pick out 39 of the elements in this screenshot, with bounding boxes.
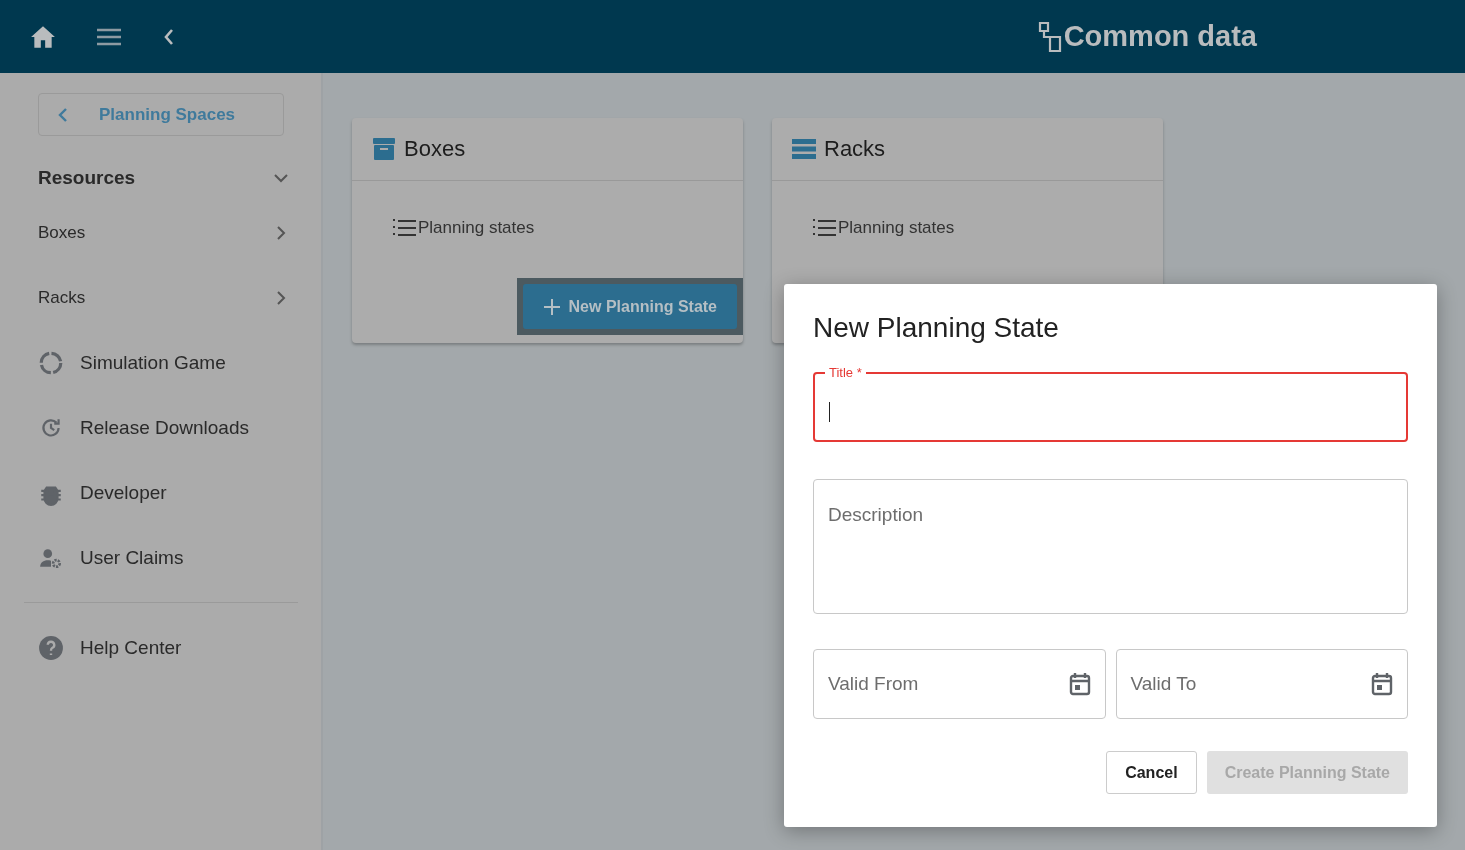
calendar-icon[interactable] <box>1371 672 1393 696</box>
nav-group[interactable]: Resources <box>38 156 288 200</box>
circle-icon <box>38 349 64 376</box>
chevron-right-icon <box>274 290 288 305</box>
date-field[interactable]: Valid From <box>813 649 1106 719</box>
chevron-left-icon <box>162 27 176 46</box>
collapse-button[interactable] <box>162 27 176 46</box>
nav-item[interactable]: Boxes <box>38 200 288 265</box>
archive-icon <box>372 137 396 161</box>
card-title: Boxes <box>404 136 466 162</box>
plus-icon <box>542 297 561 316</box>
field-label: Title * <box>825 365 866 380</box>
dialog-title: New Planning State <box>813 312 1060 344</box>
nav-item[interactable]: User Claims <box>38 525 288 590</box>
calendar-icon[interactable] <box>1068 672 1091 696</box>
numbered-list-icon <box>392 218 416 238</box>
planning-states-link[interactable]: Planning states <box>392 218 743 238</box>
menu-icon <box>96 26 122 47</box>
card-title: Racks <box>824 136 886 162</box>
help-icon <box>38 634 64 661</box>
dialog-button[interactable]: Cancel <box>1106 751 1197 794</box>
home-icon <box>30 24 56 49</box>
numbered-list-icon <box>812 218 836 238</box>
page-title: Common data <box>1063 20 1257 53</box>
blocks-icon <box>1037 20 1062 53</box>
home-button[interactable] <box>30 24 56 49</box>
nav-item[interactable]: Developer <box>38 460 288 525</box>
nav-item[interactable]: Release Downloads <box>38 395 288 460</box>
date-field[interactable]: Valid To <box>1115 649 1408 719</box>
nav-item[interactable]: Racks <box>38 265 288 330</box>
nav-item[interactable]: Simulation Game <box>38 330 288 395</box>
planning-states-link[interactable]: Planning states <box>812 218 1163 238</box>
nav-item[interactable]: Help Center <box>38 615 288 680</box>
chevron-down-icon <box>274 171 288 185</box>
list-icon <box>792 139 816 159</box>
chevron-right-icon <box>274 225 288 240</box>
menu-button[interactable] <box>96 26 122 47</box>
chevron-left-icon <box>57 106 69 123</box>
description-field[interactable]: Description <box>813 479 1408 614</box>
